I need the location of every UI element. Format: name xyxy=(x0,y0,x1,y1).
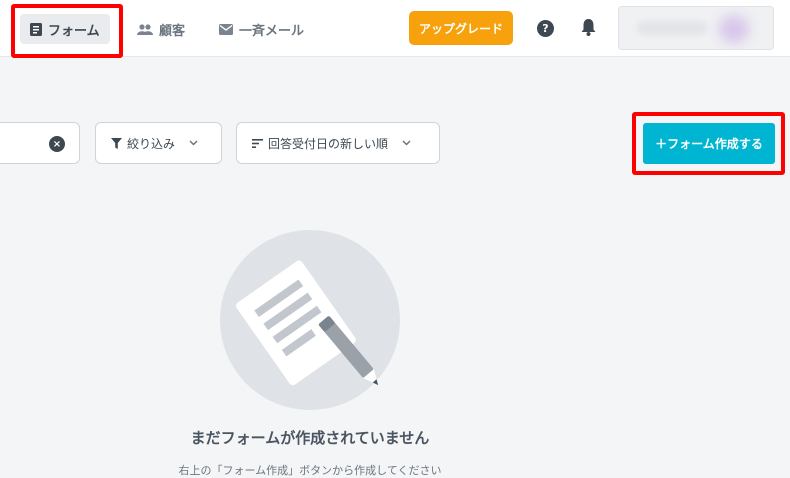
empty-form-illustration xyxy=(220,230,400,410)
sort-dropdown[interactable]: 回答受付日の新しい順 xyxy=(236,122,440,164)
empty-state-subtitle: 右上の「フォーム作成」ボタンから作成してください xyxy=(178,464,442,477)
forms-highlight-box xyxy=(11,4,123,58)
sort-icon xyxy=(252,138,263,148)
account-menu[interactable] xyxy=(618,6,774,50)
search-input[interactable]: × xyxy=(0,122,80,164)
filter-label: 絞り込み xyxy=(127,136,176,151)
filter-icon xyxy=(111,137,122,149)
nav-mail-label: 一斉メール xyxy=(239,23,305,39)
top-bar: フォーム 顧客 一斉メール アップグレード ? xyxy=(0,0,790,58)
help-icon[interactable]: ? xyxy=(537,20,554,37)
clear-icon[interactable]: × xyxy=(49,136,65,152)
users-icon xyxy=(137,23,153,35)
bell-icon[interactable] xyxy=(581,19,596,40)
avatar xyxy=(719,15,749,43)
nav-customers-label: 顧客 xyxy=(159,23,186,39)
chevron-down-icon xyxy=(402,140,411,146)
filter-dropdown[interactable]: 絞り込み xyxy=(95,122,222,164)
mail-icon xyxy=(219,23,233,35)
nav-customers[interactable]: 顧客 xyxy=(137,17,185,41)
upgrade-button[interactable]: アップグレード xyxy=(409,11,513,45)
empty-state-title: まだフォームが作成されていません xyxy=(190,429,430,447)
account-name-blurred xyxy=(637,21,707,35)
chevron-down-icon xyxy=(189,140,198,146)
nav-mail[interactable]: 一斉メール xyxy=(219,17,304,41)
create-form-button[interactable]: ＋フォーム作成する xyxy=(643,123,775,164)
sort-label: 回答受付日の新しい順 xyxy=(268,136,389,151)
